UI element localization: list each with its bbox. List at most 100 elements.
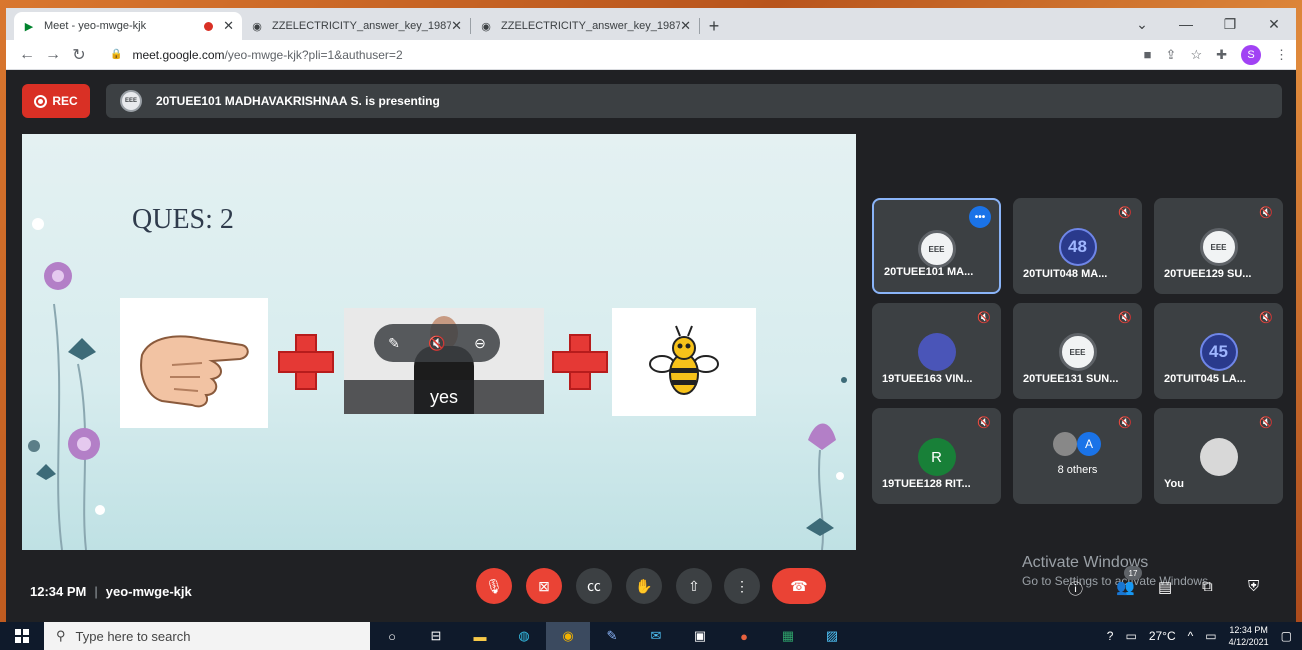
paint-icon[interactable]: ✎ <box>590 622 634 650</box>
meeting-details[interactable]: 12:34 PM | yeo-mwge-kjk <box>30 584 192 599</box>
battery-icon[interactable]: ▭ <box>1205 629 1216 643</box>
tab-answer-key-1[interactable]: ◉ ZZELECTRICITY_answer_key_1987 ✕ <box>242 12 470 40</box>
people-icon[interactable]: 👥 <box>1116 578 1135 596</box>
participant-name: You <box>1164 478 1184 490</box>
url-host: meet.google.com <box>132 47 225 62</box>
chat-icon[interactable]: ▤ <box>1158 578 1172 596</box>
menu-icon[interactable]: ⋮ <box>1275 47 1288 63</box>
mic-toggle-button[interactable]: 🎙 <box>476 568 512 604</box>
tab-answer-key-2[interactable]: ◉ ZZELECTRICITY_answer_key_1987 ✕ <box>471 12 699 40</box>
participant-tile[interactable]: 48 20TUIT048 MA... 🔇 <box>1013 198 1142 294</box>
mic-muted-icon: 🔇 <box>1118 417 1132 429</box>
participant-tile[interactable]: EEE 20TUEE129 SU... 🔇 <box>1154 198 1283 294</box>
recording-indicator-icon <box>204 21 214 31</box>
participant-tile[interactable]: 45 20TUIT045 LA... 🔇 <box>1154 303 1283 399</box>
close-tab-icon[interactable]: ✕ <box>451 18 462 34</box>
file-explorer-icon[interactable]: ▬ <box>458 622 502 650</box>
forward-icon[interactable]: → <box>40 46 66 64</box>
powerpoint-icon[interactable]: ● <box>722 622 766 650</box>
mic-muted-icon: 🔇 <box>1118 312 1132 324</box>
avatar: 48 <box>1058 228 1097 266</box>
tab-title: ZZELECTRICITY_answer_key_1987 <box>272 20 452 32</box>
avatar: EEE <box>1058 333 1097 371</box>
avatar <box>917 333 956 371</box>
mute-icon[interactable]: 🔇 <box>428 335 445 352</box>
help-icon[interactable]: ? <box>1107 629 1114 643</box>
tab-meet[interactable]: ▶ Meet - yeo-mwge-kjk ✕ <box>14 12 242 40</box>
lock-icon[interactable]: 🔒 <box>110 49 122 60</box>
globe-icon: ◉ <box>252 20 262 33</box>
presenting-banner: EEE 20TUEE101 MADHAVAKRISHNAA S. is pres… <box>106 84 1282 118</box>
more-options-button[interactable]: ⋮ <box>724 568 760 604</box>
activities-icon[interactable]: ⧉ <box>1202 578 1213 595</box>
meeting-code: yeo-mwge-kjk <box>105 584 192 599</box>
pin-off-icon[interactable]: ✎ <box>388 335 400 352</box>
more-vert-icon: ⋮ <box>735 577 749 594</box>
back-icon[interactable]: ← <box>14 46 40 64</box>
restore-button[interactable]: ❐ <box>1208 8 1252 40</box>
separator: | <box>94 584 98 599</box>
participant-tile[interactable]: EEE 20TUEE131 SUN... 🔇 <box>1013 303 1142 399</box>
participant-tile[interactable]: A 8 others 🔇 <box>1013 408 1142 504</box>
mic-muted-icon: 🔇 <box>977 312 991 324</box>
toolbar-icons: ■ ⇪ ☆ ✚ S ⋮ <box>1144 44 1288 65</box>
presentation-slide: QUES: 2 ✎ 🔇 ⊖ yes <box>22 134 856 550</box>
leave-call-button[interactable]: ☎ <box>772 568 826 604</box>
participant-tile[interactable]: EEE 20TUEE101 MA... ••• <box>872 198 1001 294</box>
photos-icon[interactable]: ▨ <box>810 622 854 650</box>
participant-tile[interactable]: 19TUEE163 VIN... 🔇 <box>872 303 1001 399</box>
participant-name: 20TUIT045 LA... <box>1164 373 1246 385</box>
profile-avatar[interactable]: S <box>1241 44 1261 65</box>
tile-more-options-icon[interactable]: ••• <box>969 206 991 228</box>
task-view-icon[interactable]: ⊟ <box>414 622 458 650</box>
chevron-up-icon[interactable]: ^ <box>1188 629 1194 643</box>
recording-badge[interactable]: REC <box>22 84 90 118</box>
avatar <box>1199 438 1238 476</box>
minimize-button[interactable]: — <box>1164 8 1208 40</box>
tab-title: Meet - yeo-mwge-kjk <box>44 20 147 32</box>
reload-icon[interactable]: ↻ <box>66 45 92 65</box>
close-tab-icon[interactable]: ✕ <box>223 18 234 34</box>
captions-button[interactable]: ㏄ <box>576 568 612 604</box>
close-window-button[interactable]: ✕ <box>1252 8 1296 40</box>
url-path: /yeo-mwge-kjk?pli=1&authuser=2 <box>224 47 403 62</box>
raise-hand-button[interactable]: ✋ <box>626 568 662 604</box>
browser-window: ▶ Meet - yeo-mwge-kjk ✕ ◉ ZZELECTRICITY_… <box>6 8 1296 638</box>
participant-tile[interactable]: You 🔇 <box>1154 408 1283 504</box>
url-field[interactable]: 🔒 meet.google.com/yeo-mwge-kjk?pli=1&aut… <box>100 43 1136 67</box>
taskbar-search[interactable]: ⚲ Type here to search <box>44 622 370 650</box>
excel-icon[interactable]: ▦ <box>766 622 810 650</box>
close-tab-icon[interactable]: ✕ <box>680 18 691 34</box>
bookmark-star-icon[interactable]: ☆ <box>1190 47 1202 63</box>
chrome-icon[interactable]: ◉ <box>546 622 590 650</box>
new-tab-button[interactable]: + <box>700 12 728 40</box>
chevron-down-icon[interactable]: ⌄ <box>1120 8 1164 40</box>
host-controls-icon[interactable]: ⛨ <box>1248 578 1259 595</box>
meeting-info-icon[interactable]: ⓘ <box>1068 578 1083 599</box>
cortana-icon[interactable]: ○ <box>370 622 414 650</box>
camera-icon[interactable]: ■ <box>1144 47 1152 62</box>
participant-tile[interactable]: R 19TUEE128 RIT... 🔇 <box>872 408 1001 504</box>
notifications-icon[interactable]: ▢ <box>1281 629 1292 643</box>
start-button[interactable] <box>0 629 44 643</box>
people-count-badge: 17 <box>1124 566 1142 580</box>
camera-off-icon: ⊠ <box>538 577 550 594</box>
mail-icon[interactable]: ✉ <box>634 622 678 650</box>
weather-icon[interactable]: ▭ <box>1125 629 1136 643</box>
camera-toggle-button[interactable]: ⊠ <box>526 568 562 604</box>
taskbar-clock[interactable]: 12:34 PM 4/12/2021 <box>1229 624 1269 648</box>
share-icon[interactable]: ⇪ <box>1166 47 1177 63</box>
tab-title: ZZELECTRICITY_answer_key_1987 <box>501 20 681 32</box>
store-icon[interactable]: ▣ <box>678 622 722 650</box>
extensions-icon[interactable]: ✚ <box>1216 47 1227 63</box>
remove-icon[interactable]: ⊖ <box>474 335 486 352</box>
participant-video-pip: ✎ 🔇 ⊖ yes <box>344 308 544 414</box>
weather-temp[interactable]: 27°C <box>1149 629 1176 643</box>
mic-muted-icon: 🔇 <box>1259 312 1273 324</box>
present-button[interactable]: ⇧ <box>676 568 712 604</box>
avatar: A <box>1077 432 1101 456</box>
avatar: 45 <box>1199 333 1238 371</box>
edge-icon[interactable]: ◍ <box>502 622 546 650</box>
slide-title: QUES: 2 <box>132 204 234 235</box>
presenting-text: 20TUEE101 MADHAVAKRISHNAA S. is presenti… <box>156 94 440 108</box>
